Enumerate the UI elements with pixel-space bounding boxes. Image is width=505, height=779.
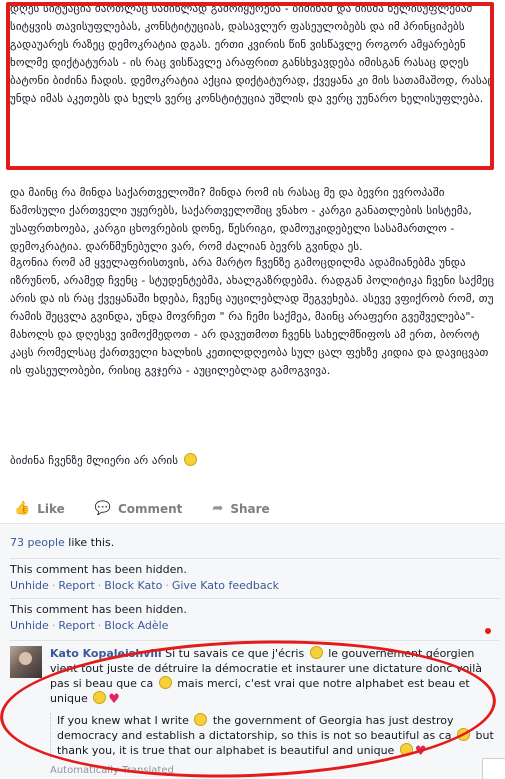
smile-emoji-icon	[399, 743, 413, 756]
separator-dot: ·	[51, 619, 56, 632]
hidden-comment-actions: Unhide · Report · Block Kato · Give Kato feedb…	[10, 578, 279, 594]
unhide-link[interactable]: Unhide	[10, 579, 49, 592]
separator-dot: ·	[97, 579, 102, 592]
share-button[interactable]: ➦ Share	[212, 501, 269, 516]
post-paragraph-4: ბიძინა ჩვენზე მლიერი არ არის	[0, 452, 505, 470]
comment-original: Kato Kopaleishvili Si tu savais ce que j…	[50, 646, 500, 707]
red-annotation-dot	[485, 628, 491, 634]
hidden-comment-actions: Unhide · Report · Block Adèle	[10, 618, 187, 634]
hidden-comment-1: This comment has been hidden. Unhide · Rep…	[10, 562, 279, 594]
divider	[10, 558, 500, 559]
heart-icon: ♥	[108, 692, 120, 707]
post-paragraph-2: და მაინც რა მინდა საქართველოში? მინდა რო…	[0, 184, 505, 256]
block-user-link[interactable]: Block Adèle	[104, 619, 168, 632]
heart-icon: ♥	[414, 744, 427, 759]
thumbs-up-icon: 👍	[14, 501, 31, 516]
post-actions-bar: 👍 Like 💬 Comment ➦ Share	[0, 494, 505, 524]
smile-emoji-icon	[183, 453, 197, 466]
confused-emoji-icon	[457, 728, 471, 741]
separator-dot: ·	[97, 619, 102, 632]
unhide-link[interactable]: Unhide	[10, 619, 49, 632]
like-label: Like	[37, 501, 65, 516]
comment-button[interactable]: 💬 Comment	[95, 501, 183, 516]
likes-suffix: like this.	[64, 536, 115, 549]
confused-emoji-icon	[158, 676, 172, 689]
confused-emoji-icon	[309, 646, 323, 659]
post-paragraph-2-text: და მაინც რა მინდა საქართველოში? მინდა რო…	[10, 186, 472, 253]
divider	[10, 598, 500, 599]
like-button[interactable]: 👍 Like	[14, 501, 65, 516]
hidden-comment-text: This comment has been hidden.	[10, 603, 187, 616]
scroll-to-top-button[interactable]	[482, 758, 505, 779]
comment-body: Kato Kopaleishvili Si tu savais ce que j…	[50, 646, 500, 778]
report-link[interactable]: Report	[58, 579, 94, 592]
post-paragraph-3-text: მგონია რომ ამ ყველაფრისთვის, არა მარტო ჩ…	[10, 256, 495, 377]
comment-translation: If you knew what I write the government …	[50, 713, 500, 759]
post-paragraph-1-text: დღეს სიტუაცია მართლაც საშინლად გამოიყურე…	[10, 2, 494, 105]
share-label: Share	[230, 501, 270, 516]
report-link[interactable]: Report	[58, 619, 94, 632]
confused-emoji-icon	[194, 713, 208, 726]
post-paragraph-4-text: ბიძინა ჩვენზე მლიერი არ არის	[10, 454, 179, 467]
avatar[interactable]	[10, 646, 42, 678]
translation-part-1: If you knew what I write	[57, 714, 193, 727]
smile-emoji-icon	[93, 691, 107, 704]
speech-bubble-icon: 💬	[94, 501, 111, 516]
comment-label: Comment	[117, 501, 183, 516]
separator-dot: ·	[51, 579, 56, 592]
divider	[10, 640, 500, 641]
block-user-link[interactable]: Block Kato	[104, 579, 162, 592]
likes-summary: 73 people like this.	[10, 536, 114, 549]
share-arrow-icon: ➦	[212, 501, 224, 516]
post-paragraph-1: დღეს სიტუაცია მართლაც საშინლად გამოიყურე…	[0, 0, 505, 108]
comment-text-part-1: Si tu savais ce que j'écris	[161, 647, 308, 660]
auto-translated-label[interactable]: Automatically Translated	[50, 763, 500, 778]
comments-section: 73 people like this. This comment has be…	[0, 524, 505, 779]
give-feedback-link[interactable]: Give Kato feedback	[172, 579, 279, 592]
hidden-comment-2: This comment has been hidden. Unhide · Rep…	[10, 602, 187, 634]
post-paragraph-3: მგონია რომ ამ ყველაფრისთვის, არა მარტო ჩ…	[0, 254, 505, 380]
hidden-comment-text: This comment has been hidden.	[10, 563, 187, 576]
comment-author-link[interactable]: Kato Kopaleishvili	[50, 647, 162, 660]
separator-dot: ·	[165, 579, 169, 592]
likes-count-link[interactable]: 73 people	[10, 536, 65, 549]
